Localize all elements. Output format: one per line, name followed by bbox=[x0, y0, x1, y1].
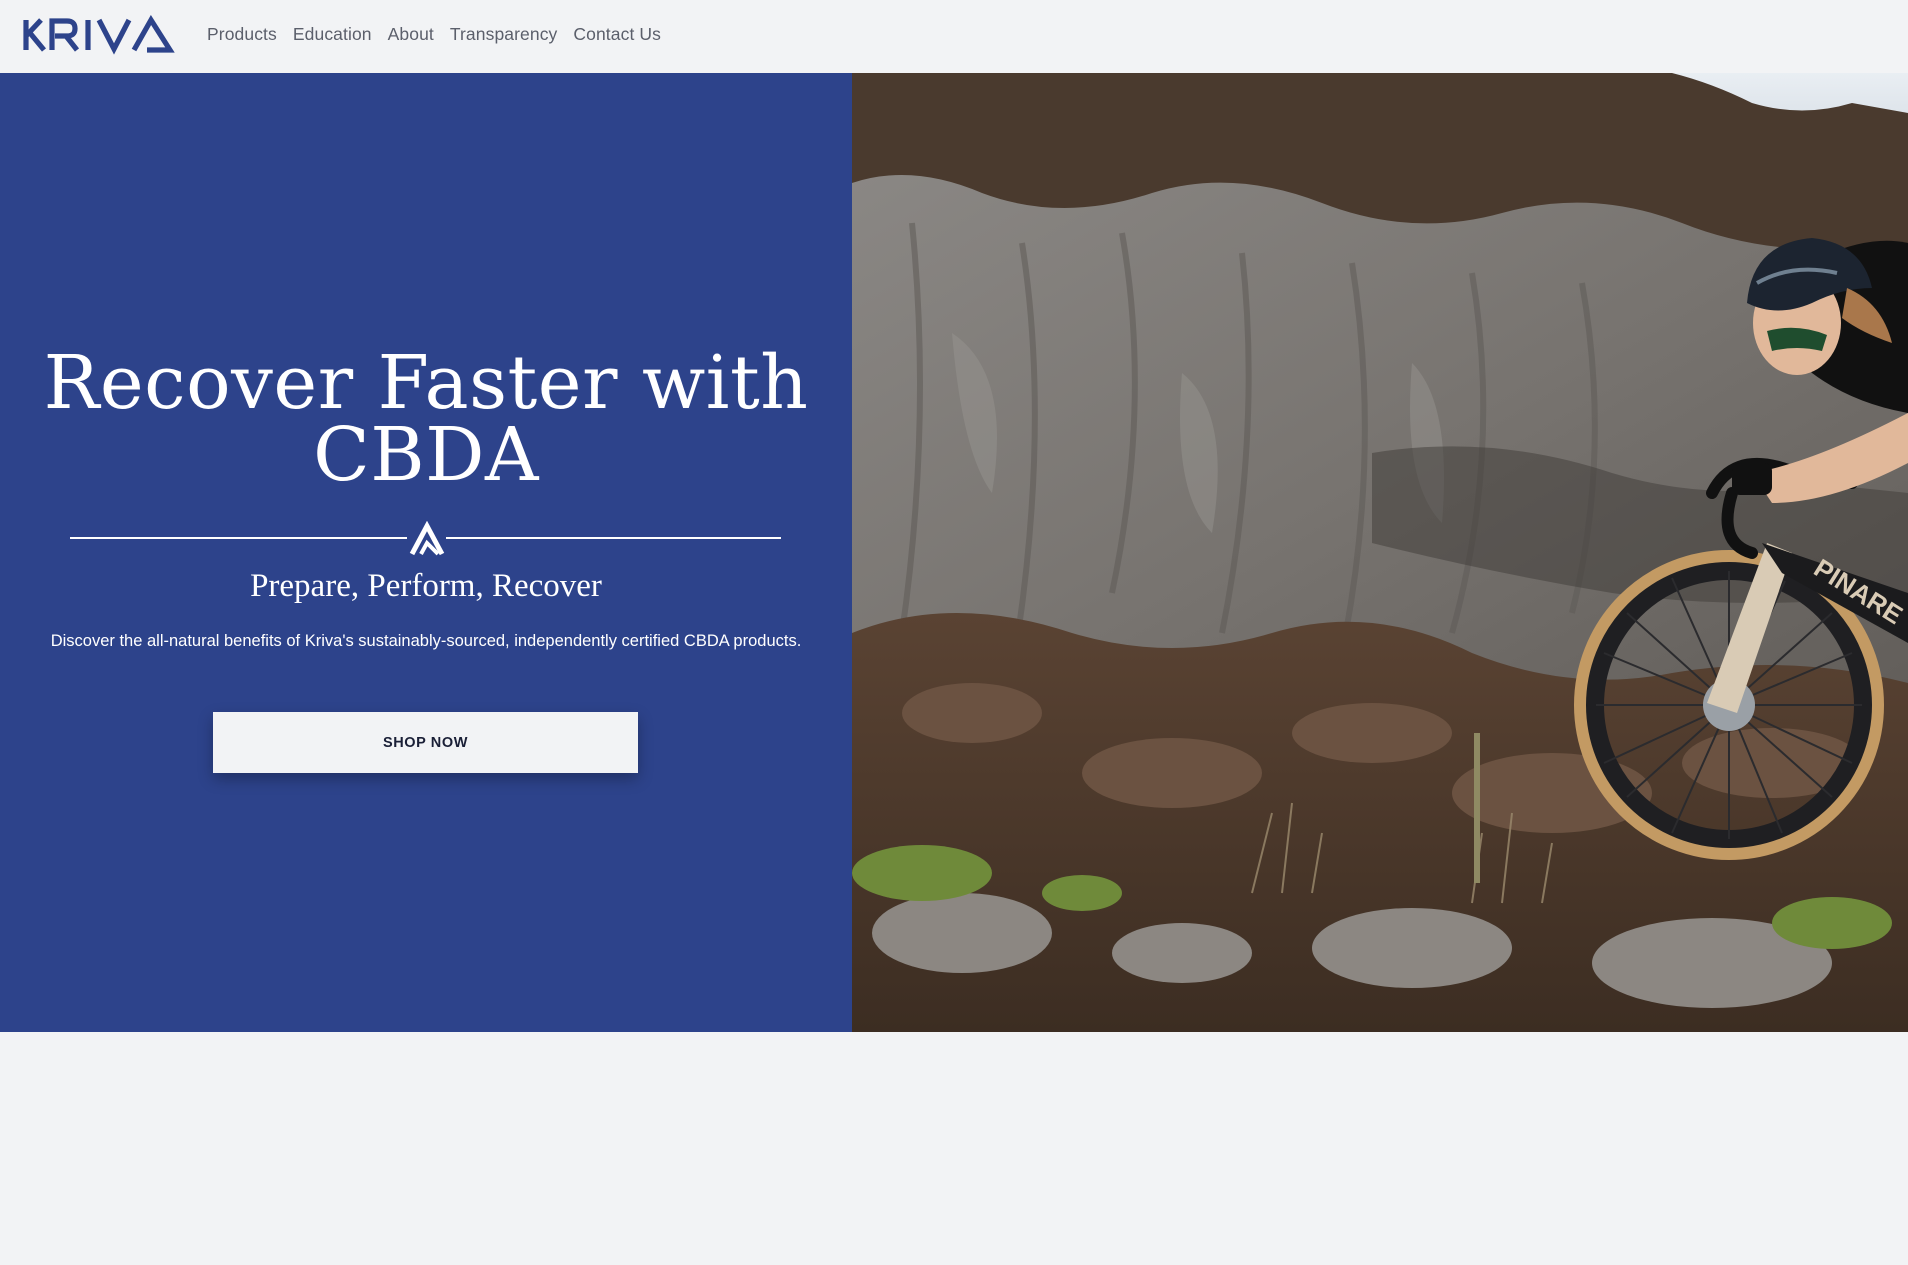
site-header: Products Education About Transparency Co… bbox=[0, 0, 1908, 73]
kriva-logo[interactable] bbox=[21, 15, 184, 55]
nav-link-education[interactable]: Education bbox=[293, 24, 372, 45]
shop-now-button[interactable]: SHOP NOW bbox=[213, 712, 638, 773]
nav-link-products[interactable]: Products bbox=[207, 24, 277, 45]
hero-description: Discover the all-natural benefits of Kri… bbox=[50, 632, 802, 650]
nav-link-transparency[interactable]: Transparency bbox=[450, 24, 558, 45]
main-nav: Products Education About Transparency Co… bbox=[207, 24, 677, 45]
kriva-emblem-icon bbox=[409, 521, 445, 556]
nav-link-contact-us[interactable]: Contact Us bbox=[573, 24, 661, 45]
hero-subtitle: Prepare, Perform, Recover bbox=[250, 568, 602, 604]
hero-title-line-2: CBDA bbox=[313, 412, 539, 498]
divider-line-right bbox=[446, 537, 781, 539]
hero-text-panel: Recover Faster with CBDA Prepare, Perfor… bbox=[0, 73, 852, 1032]
cyclist-photo: PINARE bbox=[852, 73, 1908, 1032]
divider-line-left bbox=[70, 537, 407, 539]
hero-section: Recover Faster with CBDA Prepare, Perfor… bbox=[0, 73, 1908, 1032]
hero-title: Recover Faster with CBDA bbox=[0, 346, 852, 492]
nav-link-about[interactable]: About bbox=[388, 24, 434, 45]
hero-cyclist-image: PINARE bbox=[852, 73, 1908, 1032]
